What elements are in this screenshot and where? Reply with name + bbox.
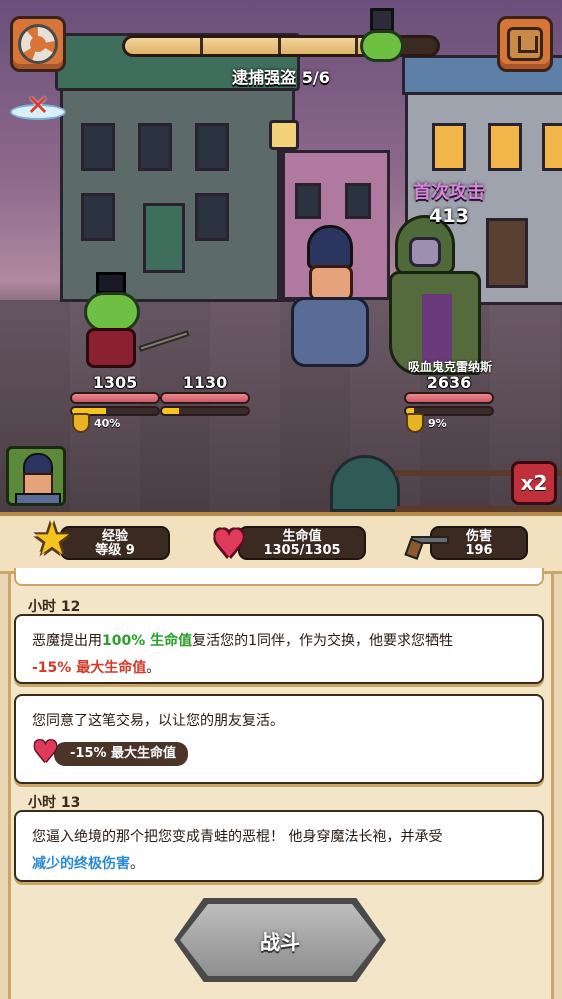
- event-card-offer: 恶魔提出用100% 生命值复活您的1同伴，作为交换，他要求您牺牲 -15% 最大…: [14, 614, 544, 684]
- battle-scene: ✕ 逮捕强盗 5/6 首次攻击 413 吸血鬼克雷纳斯 1305 40% 113…: [0, 0, 562, 512]
- level-label: 等级 9: [95, 543, 135, 558]
- star-icon: ★: [32, 514, 72, 565]
- card-text: 。: [130, 856, 144, 872]
- shield-icon: [72, 413, 90, 433]
- event-card-villain: 您逼入绝境的那个把您变成青蛙的恶棍！ 他身穿魔法长袍，并承受 减少的终极伤害。: [14, 810, 544, 882]
- xp-label: 经验: [101, 529, 128, 544]
- no-food-plate-icon[interactable]: ✕: [10, 88, 66, 124]
- pistol-icon: [404, 532, 449, 560]
- enemy-armor: 9%: [406, 413, 447, 433]
- frog-boss-icon: [360, 8, 404, 64]
- blue-highlight: 减少的终极伤害: [32, 856, 130, 872]
- quest-label: 逮捕强盗 5/6: [232, 68, 330, 87]
- card-text: 复活您的1同伴，作为交换，他要求您牺牲: [192, 633, 454, 649]
- red-highlight: -15% 最大生命值: [32, 660, 147, 676]
- backpack-icon: [507, 27, 543, 61]
- shield-icon: [406, 413, 424, 433]
- enemy-health: 2636: [404, 374, 494, 416]
- police-ally: [285, 225, 375, 370]
- ally-hp-value: 1130: [182, 373, 228, 392]
- fight-button[interactable]: 战斗: [174, 898, 386, 982]
- frog-hero: [80, 272, 190, 372]
- player-armor-value: 40%: [94, 416, 121, 430]
- card-text: 。: [146, 660, 161, 676]
- card-text: 恶魔提出用: [32, 633, 102, 649]
- speed-toggle-button[interactable]: x2: [511, 461, 557, 505]
- ally-health: 1130: [160, 374, 250, 416]
- hp-label: 生命值: [282, 529, 322, 544]
- event-card-accept: 您同意了这笔交易，以让您的朋友复活。 ♥ -15% 最大生命值: [14, 694, 544, 784]
- game-screen: ✕ 逮捕强盗 5/6 首次攻击 413 吸血鬼克雷纳斯 1305 40% 113…: [0, 0, 562, 999]
- street-lamp: [269, 120, 299, 300]
- heart-icon: ♥: [212, 522, 247, 566]
- green-highlight: 100% 生命值: [102, 633, 193, 649]
- hour-13-label: 小时 13: [28, 795, 81, 811]
- damage-number: 413: [429, 205, 469, 227]
- player-hp-value: 1305: [92, 373, 138, 392]
- quest-progress-fill: [125, 38, 384, 54]
- effect-label: -15% 最大生命值: [54, 742, 189, 766]
- player-armor: 40%: [72, 413, 120, 433]
- vampire-enemy: [385, 215, 485, 375]
- fight-button-label[interactable]: 战斗: [180, 904, 380, 976]
- ally-portrait[interactable]: [6, 446, 66, 506]
- first-attack-label: 首次攻击: [413, 182, 485, 203]
- heart-icon: ♥: [32, 735, 59, 770]
- card-text: 您同意了这笔交易，以让您的朋友复活。: [32, 713, 284, 729]
- hp-value: 1305/1305: [263, 543, 341, 558]
- gear-icon: [21, 27, 55, 61]
- enemy-hp-value: 2636: [426, 373, 472, 392]
- player-health: 1305: [70, 374, 160, 416]
- enemy-armor-value: 9%: [428, 416, 447, 430]
- previous-card-edge: [14, 568, 544, 586]
- hp-stat: 生命值 1305/1305: [238, 526, 366, 560]
- xp-stat: 经验 等级 9: [60, 526, 170, 560]
- effect-badge: ♥ -15% 最大生命值: [32, 737, 189, 769]
- card-text: 您逼入绝境的那个把您变成青蛙的恶棍！ 他身穿魔法长袍，并承受: [32, 829, 443, 845]
- hour-12-label: 小时 12: [28, 599, 81, 615]
- stats-bar: 经验 等级 9 ★ 生命值 1305/1305 ♥ 伤害 196: [0, 512, 562, 574]
